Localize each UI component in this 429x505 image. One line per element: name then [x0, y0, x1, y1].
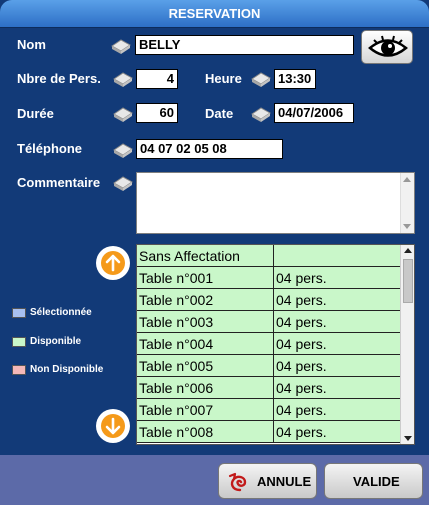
date-label: Date [205, 106, 234, 121]
stone-icon[interactable] [110, 37, 132, 55]
legend-selected-swatch [12, 308, 26, 318]
table-row[interactable]: Table n°007 04 pers. [137, 399, 401, 421]
table-name: Table n°006 [137, 377, 274, 399]
table-list: Sans Affectation Table n°001 04 pers. Ta… [136, 244, 415, 445]
legend-available-swatch [12, 337, 26, 347]
stone-icon[interactable] [112, 141, 134, 159]
table-row[interactable]: Table n°002 04 pers. [137, 289, 401, 311]
table-capacity: 04 pers. [274, 333, 401, 355]
legend-unavailable-label: Non Disponible [30, 364, 104, 375]
nom-field[interactable]: BELLY [135, 35, 354, 55]
scroll-up-button[interactable] [96, 246, 130, 280]
table-name: Table n°002 [137, 289, 274, 311]
cancel-button[interactable]: ANNULE [218, 463, 317, 499]
table-capacity: 04 pers. [274, 267, 401, 289]
table-capacity: 04 pers. [274, 311, 401, 333]
nom-label: Nom [17, 37, 46, 52]
view-button[interactable] [361, 30, 413, 64]
telephone-label: Téléphone [17, 141, 83, 156]
table-capacity: 04 pers. [274, 289, 401, 311]
stone-icon[interactable] [250, 70, 272, 88]
table-name: Table n°008 [137, 421, 274, 443]
table-name: Table n°007 [137, 399, 274, 421]
scrollbar-thumb[interactable] [403, 259, 413, 303]
commentaire-textarea[interactable] [136, 172, 415, 234]
table-capacity: 04 pers. [274, 399, 401, 421]
table-capacity: 04 pers. [274, 377, 401, 399]
table-row[interactable]: Table n°003 04 pers. [137, 311, 401, 333]
table-capacity: 04 pers. [274, 355, 401, 377]
legend-selected-label: Sélectionnée [30, 307, 92, 318]
nb-pers-label: Nbre de Pers. [17, 71, 101, 86]
table-row[interactable]: Table n°004 04 pers. [137, 333, 401, 355]
confirm-button[interactable]: VALIDE [324, 463, 423, 499]
legend-available-label: Disponible [30, 336, 82, 347]
table-capacity [274, 245, 401, 267]
commentaire-scrollbar[interactable] [400, 173, 414, 233]
cancel-swirl-icon [228, 472, 247, 492]
telephone-field[interactable]: 04 07 02 05 08 [136, 139, 283, 159]
table-name: Sans Affectation [137, 245, 274, 267]
table-scrollbar[interactable] [400, 245, 414, 444]
scroll-up-icon[interactable] [403, 177, 411, 182]
legend-unavailable-swatch [12, 365, 26, 375]
arrow-down-icon [101, 414, 125, 438]
scroll-down-icon[interactable] [403, 224, 411, 229]
scroll-down-icon[interactable] [404, 436, 412, 441]
window-title: RESERVATION [168, 6, 261, 21]
confirm-button-label: VALIDE [353, 474, 400, 489]
commentaire-label: Commentaire [17, 175, 101, 190]
arrow-up-icon [101, 251, 125, 275]
cancel-button-label: ANNULE [257, 474, 312, 489]
stone-icon[interactable] [112, 70, 134, 88]
table-name: Table n°005 [137, 355, 274, 377]
stone-icon[interactable] [250, 105, 272, 123]
eye-icon [368, 35, 408, 57]
table-row[interactable]: Sans Affectation [137, 245, 401, 267]
scroll-up-icon[interactable] [404, 248, 412, 253]
table-row[interactable]: Table n°008 04 pers. [137, 421, 401, 443]
commentaire-value [137, 173, 414, 177]
reservation-window: RESERVATION Nom BELLY Nbre de Pers. 4 He… [0, 0, 429, 505]
title-bar: RESERVATION [0, 0, 429, 28]
date-field[interactable]: 04/07/2006 [274, 103, 354, 123]
table-capacity: 04 pers. [274, 421, 401, 443]
nb-pers-field[interactable]: 4 [136, 69, 178, 89]
stone-icon[interactable] [112, 105, 134, 123]
table-name: Table n°001 [137, 267, 274, 289]
table-row[interactable]: Table n°005 04 pers. [137, 355, 401, 377]
duree-label: Durée [17, 106, 54, 121]
stone-icon[interactable] [112, 174, 134, 192]
scroll-down-button[interactable] [96, 409, 130, 443]
duree-field[interactable]: 60 [136, 103, 178, 123]
table-row[interactable]: Table n°006 04 pers. [137, 377, 401, 399]
table-row[interactable]: Table n°001 04 pers. [137, 267, 401, 289]
table-name: Table n°003 [137, 311, 274, 333]
heure-field[interactable]: 13:30 [274, 69, 316, 89]
heure-label: Heure [205, 71, 242, 86]
table-name: Table n°004 [137, 333, 274, 355]
